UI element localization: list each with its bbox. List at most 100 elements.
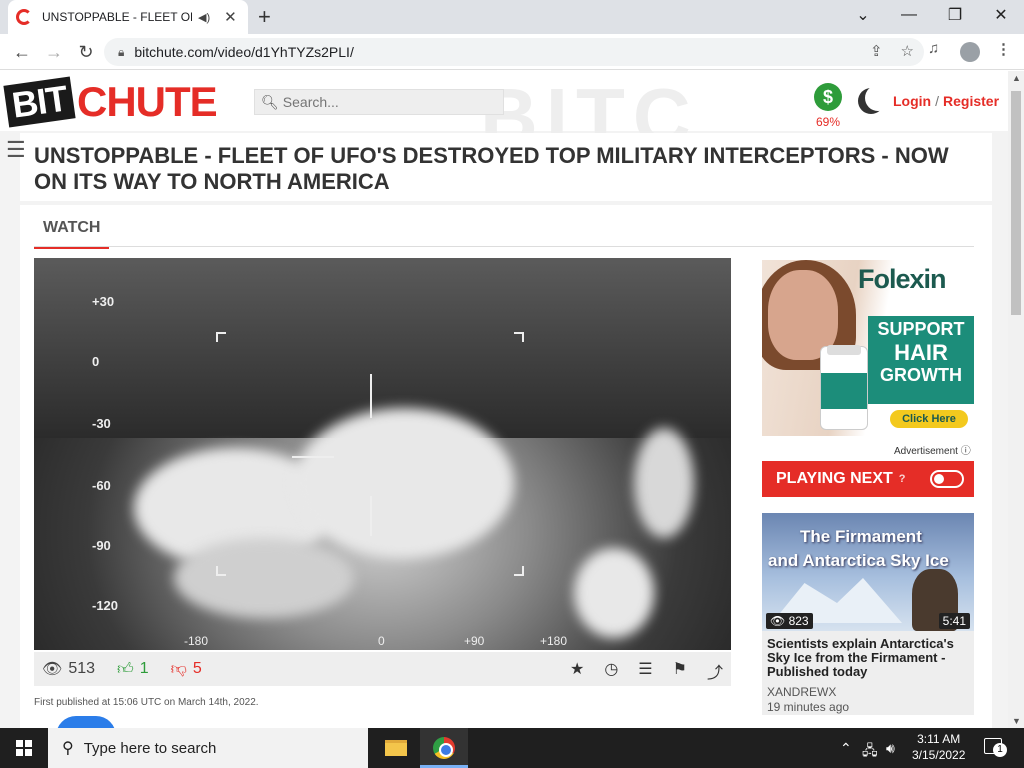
address-bar[interactable]: 🔒︎ bitchute.com/video/d1YhTYZs2PLI/ ⇪ ☆: [104, 38, 924, 66]
thumbs-up-icon[interactable]: 👍︎: [117, 660, 134, 679]
next-video-views: 👁︎ 823: [766, 613, 813, 629]
login-link[interactable]: Login: [893, 93, 931, 109]
dislikes-value: 5: [192, 660, 202, 677]
start-button[interactable]: [0, 728, 48, 768]
scroll-down-arrow-icon[interactable]: ▼: [1012, 716, 1021, 726]
next-video-thumbnail[interactable]: The Firmament and Antarctica Sky Ice 👁︎ …: [762, 513, 974, 631]
tab-title: UNSTOPPABLE - FLEET OF U: [42, 10, 192, 24]
show-hidden-icons-chevron-icon[interactable]: ⌃: [840, 740, 852, 757]
video-title: UNSTOPPABLE - FLEET OF UFO'S DESTROYED T…: [34, 143, 949, 194]
hamburger-menu-icon[interactable]: ☰: [6, 137, 26, 163]
dark-mode-moon-icon[interactable]: [865, 85, 891, 111]
webpage: BITC BIT CHUTE 🔍︎ $ 69% Login/Register U…: [0, 71, 1008, 728]
donate-percent: 69%: [816, 115, 841, 129]
ad-cta-button[interactable]: Click Here: [890, 410, 968, 428]
hud-scale-label: +30: [92, 294, 115, 309]
scroll-up-arrow-icon[interactable]: ▲: [1012, 73, 1021, 83]
playing-next-bar: PLAYING NEXT ?: [762, 461, 974, 497]
network-icon[interactable]: 🖧︎: [862, 740, 878, 764]
dislike-button[interactable]: 👎︎ 5: [171, 660, 202, 679]
site-search[interactable]: 🔍︎: [254, 89, 504, 115]
forward-arrow-icon[interactable]: →: [42, 40, 66, 64]
hud-crosshair: [370, 496, 372, 536]
video-title-card: UNSTOPPABLE - FLEET OF UFO'S DESTROYED T…: [20, 133, 992, 201]
file-explorer-icon[interactable]: [372, 728, 420, 768]
browser-toolbar: ← → ↻ 🔒︎ bitchute.com/video/d1YhTYZs2PLI…: [0, 34, 1024, 70]
minimize-button[interactable]: —: [886, 0, 932, 30]
next-video-author[interactable]: XANDREWX: [767, 685, 836, 699]
reload-icon[interactable]: ↻: [74, 40, 98, 64]
search-input[interactable]: [282, 94, 493, 110]
favorite-star-icon[interactable]: ★: [570, 659, 584, 683]
volume-icon[interactable]: 🔊︎: [886, 740, 895, 757]
eye-icon: 👁︎: [42, 661, 63, 678]
hud-x-label: +180: [540, 634, 568, 648]
back-arrow-icon[interactable]: ←: [10, 40, 34, 64]
auth-separator: /: [935, 93, 939, 109]
hud-scale-label: 0: [92, 354, 100, 369]
taskbar-search-placeholder[interactable]: Type here to search: [84, 740, 217, 757]
hud-scale-label: -30: [92, 416, 111, 431]
url-text[interactable]: bitchute.com/video/d1YhTYZs2PLI/: [134, 44, 353, 60]
clock-date: 3/15/2022: [912, 748, 966, 762]
tab-close-icon[interactable]: ✕: [224, 8, 237, 26]
ad-brand: Folexin: [858, 264, 947, 294]
bitchute-logo[interactable]: BIT CHUTE: [3, 76, 218, 128]
media-control-icon[interactable]: ♫: [928, 40, 939, 57]
system-clock[interactable]: 3:11 AM 3/15/2022: [912, 731, 965, 763]
autoplay-toggle[interactable]: [930, 470, 964, 488]
new-tab-button[interactable]: +: [258, 4, 271, 30]
bookmark-star-icon[interactable]: ☆: [901, 42, 914, 60]
search-icon: ⚲: [62, 740, 74, 757]
next-video-card[interactable]: The Firmament and Antarctica Sky Ice 👁︎ …: [762, 513, 974, 715]
advertisement-label: Advertisement ⓘ: [894, 446, 971, 457]
playlist-icon[interactable]: ☰: [638, 659, 652, 683]
hud-scale-label: -60: [92, 478, 111, 493]
hud-bracket: [216, 566, 226, 576]
hud-x-label: 0: [378, 634, 385, 648]
profile-avatar[interactable]: [960, 42, 980, 62]
chrome-taskbar-icon[interactable]: [420, 728, 468, 768]
lock-icon[interactable]: 🔒︎: [118, 45, 124, 60]
browser-tab-bar: UNSTOPPABLE - FLEET OF U ◀) ✕ + ⌄ — ❐ ✕: [0, 0, 1024, 34]
share-icon[interactable]: ⇪: [870, 42, 883, 60]
like-button[interactable]: 👍︎ 1: [117, 660, 149, 679]
advertisement-banner[interactable]: Folexin SUPPORT HAIR GROWTH Click Here: [762, 260, 974, 436]
watch-later-clock-icon[interactable]: ◷: [604, 659, 618, 683]
hud-scale-label: -120: [92, 598, 119, 613]
hud-crosshair: [370, 374, 372, 418]
scrollbar-thumb[interactable]: [1011, 91, 1021, 315]
register-link[interactable]: Register: [943, 93, 999, 109]
main-content: WATCH +30 0 -30 -60 -90 -120 -180 0 +90 …: [20, 205, 992, 728]
thumbnail-text: and Antarctica Sky Ice: [768, 551, 949, 570]
browser-tab[interactable]: UNSTOPPABLE - FLEET OF U ◀) ✕: [8, 0, 248, 34]
browser-menu-icon[interactable]: ⋮: [996, 40, 1011, 58]
page-scrollbar[interactable]: ▲ ▼: [1008, 71, 1024, 728]
windows-logo-icon: [16, 740, 32, 756]
maximize-button[interactable]: ❐: [932, 0, 978, 30]
site-header: BITC BIT CHUTE 🔍︎ $ 69% Login/Register: [0, 71, 1008, 161]
thumbs-down-icon[interactable]: 👎︎: [171, 660, 187, 679]
window-close-button[interactable]: ✕: [978, 0, 1024, 30]
clock-time: 3:11 AM: [917, 732, 961, 746]
published-date: First published at 15:06 UTC on March 14…: [34, 697, 259, 708]
likes-value: 1: [139, 660, 149, 677]
playing-next-label: PLAYING NEXT: [776, 470, 893, 487]
flag-icon[interactable]: ⚑: [673, 659, 687, 683]
help-icon[interactable]: ?: [899, 473, 906, 485]
share-icon[interactable]: ⤴: [707, 659, 723, 683]
tab-watch[interactable]: WATCH: [34, 215, 110, 249]
hud-crosshair: [292, 456, 334, 458]
audio-playing-icon[interactable]: ◀): [198, 11, 210, 24]
taskbar-search[interactable]: ⚲ Type here to search: [48, 728, 368, 768]
views-value: 513: [68, 660, 96, 677]
video-stats-bar: 👁︎ 513 👍︎ 1 👎︎ 5 ★ ◷ ☰ ⚑ ⤴: [34, 652, 731, 686]
search-icon[interactable]: 🔍︎: [261, 94, 279, 111]
notification-center-icon[interactable]: 1: [984, 738, 1007, 757]
next-video-title[interactable]: Scientists explain Antarctica's Sky Ice …: [767, 637, 971, 679]
hud-bracket: [216, 332, 226, 342]
donate-icon[interactable]: $: [814, 83, 842, 111]
video-player[interactable]: +30 0 -30 -60 -90 -120 -180 0 +90 +180: [34, 258, 731, 650]
hud-scale-label: -90: [92, 538, 111, 553]
tab-search-chevron-icon[interactable]: ⌄: [840, 0, 886, 30]
